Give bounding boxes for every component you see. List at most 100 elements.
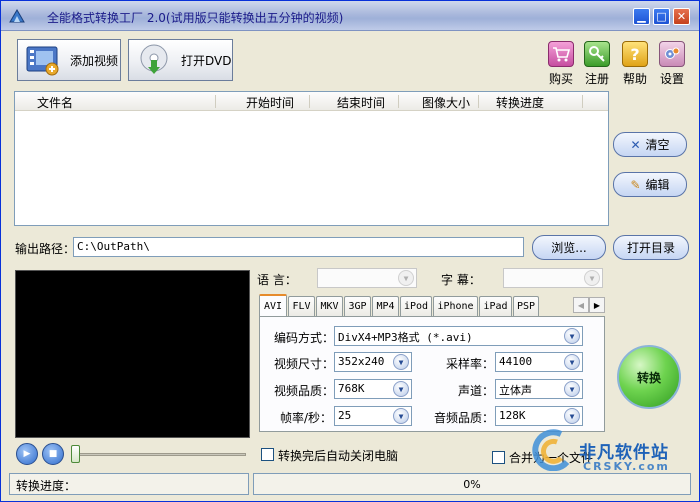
settings-button[interactable]: 设置: [655, 41, 689, 87]
column-header[interactable]: 文件名: [37, 94, 73, 111]
video-quality-label: 视频品质：: [274, 384, 335, 398]
seek-slider-track[interactable]: [71, 453, 246, 456]
column-divider[interactable]: [398, 95, 399, 108]
column-header[interactable]: 开始时间: [246, 94, 294, 111]
tab-mp4[interactable]: MP4: [372, 296, 399, 316]
tab-avi[interactable]: AVI: [259, 294, 287, 316]
sample-rate-value: 44100: [499, 355, 533, 368]
stop-button[interactable]: ■: [42, 443, 64, 465]
format-settings-panel: 编码方式： DivX4+MP3格式 (*.avi) ▼ 视频尺寸： 352x24…: [259, 316, 605, 432]
maximize-button[interactable]: □: [653, 8, 670, 25]
convert-button[interactable]: 转换: [617, 345, 681, 409]
column-divider[interactable]: [478, 95, 479, 108]
chevron-right-icon: ▶: [593, 300, 601, 310]
window-title: 全能格式转换工厂 2.0(试用版只能转换出五分钟的视频): [47, 11, 344, 25]
shutdown-label: 转换完后自动关闭电脑: [278, 449, 399, 463]
language-select[interactable]: ▼: [317, 268, 417, 288]
add-video-button[interactable]: 添加视频: [17, 39, 121, 81]
sample-rate-label: 采样率：: [446, 357, 495, 371]
maximize-icon: □: [656, 10, 667, 23]
dvd-icon: [140, 44, 168, 74]
gear-icon: [659, 41, 685, 67]
help-label: 帮助: [622, 72, 647, 86]
clear-icon: ✕: [630, 137, 641, 152]
subtitle-select[interactable]: ▼: [503, 268, 603, 288]
edit-icon: ✎: [630, 177, 641, 192]
progress-text: 0%: [463, 478, 481, 491]
video-quality-value: 768K: [338, 382, 365, 395]
tab-iphone[interactable]: iPhone: [433, 296, 478, 316]
chevron-down-icon: ▼: [393, 408, 409, 424]
channel-value: 立体声: [499, 384, 532, 397]
column-divider[interactable]: [215, 95, 216, 108]
help-button[interactable]: ? 帮助: [618, 41, 652, 87]
video-preview: [15, 270, 250, 438]
column-divider[interactable]: [309, 95, 310, 108]
register-button[interactable]: 注册: [580, 41, 614, 87]
tab-flv[interactable]: FLV: [288, 296, 315, 316]
play-button[interactable]: ▶: [16, 443, 38, 465]
edit-label: 编辑: [645, 178, 670, 192]
column-header[interactable]: 结束时间: [337, 94, 385, 111]
convert-label: 转换: [636, 370, 661, 385]
column-divider[interactable]: [582, 95, 583, 108]
app-icon: [9, 9, 25, 23]
clear-button[interactable]: ✕ 清空: [613, 132, 687, 157]
tab-psp[interactable]: PSP: [513, 296, 539, 316]
minimize-icon: ▁: [637, 10, 646, 23]
close-button[interactable]: ✕: [673, 8, 690, 25]
film-add-icon: [26, 46, 59, 76]
chevron-left-icon: ◀: [577, 300, 585, 310]
progress-label: 转换进度：: [9, 473, 249, 495]
column-header[interactable]: 图像大小: [422, 94, 470, 111]
chevron-down-icon: ▼: [393, 354, 409, 370]
video-size-label: 视频尺寸：: [274, 357, 335, 371]
cart-icon: [548, 41, 574, 67]
status-bar: 转换进度： 0%: [1, 471, 699, 501]
seek-slider-thumb[interactable]: [71, 445, 80, 463]
help-icon: ?: [622, 41, 648, 67]
minimize-button[interactable]: ▁: [633, 8, 650, 25]
watermark: 非凡软件站 CRSKY.com: [531, 426, 696, 474]
file-list[interactable]: 文件名 开始时间 结束时间 图像大小 转换进度: [14, 91, 609, 226]
video-size-select[interactable]: 352x240 ▼: [334, 352, 412, 372]
app-window: 全能格式转换工厂 2.0(试用版只能转换出五分钟的视频) ▁ □ ✕ 添加视频: [0, 0, 700, 502]
tab-mkv[interactable]: MKV: [316, 296, 343, 316]
browse-label: 浏览...: [551, 241, 587, 255]
browse-button[interactable]: 浏览...: [532, 235, 606, 260]
channel-label: 声道：: [458, 384, 495, 398]
audio-quality-select[interactable]: 128K ▼: [495, 406, 583, 426]
merge-checkbox[interactable]: [492, 451, 505, 464]
tab-scroll-left-button[interactable]: ◀: [573, 297, 589, 313]
edit-button[interactable]: ✎ 编辑: [613, 172, 687, 197]
crsky-logo-icon: [532, 429, 570, 472]
tab-3gp[interactable]: 3GP: [344, 296, 371, 316]
buy-button[interactable]: 购买: [544, 41, 578, 87]
settings-label: 设置: [659, 72, 684, 86]
frame-rate-select[interactable]: 25 ▼: [334, 406, 412, 426]
add-video-label: 添加视频: [70, 53, 119, 68]
output-path-input[interactable]: C:\OutPath\: [73, 237, 524, 257]
shutdown-checkbox[interactable]: [261, 448, 274, 461]
frame-rate-value: 25: [338, 409, 352, 422]
frame-rate-label: 帧率/秒：: [280, 411, 333, 425]
tab-ipod[interactable]: iPod: [400, 296, 432, 316]
title-bar[interactable]: 全能格式转换工厂 2.0(试用版只能转换出五分钟的视频) ▁ □ ✕: [1, 1, 699, 31]
stop-icon: ■: [48, 449, 58, 459]
open-directory-button[interactable]: 打开目录: [613, 235, 689, 260]
codec-select[interactable]: DivX4+MP3格式 (*.avi) ▼: [334, 326, 583, 346]
audio-quality-value: 128K: [499, 409, 526, 422]
column-header[interactable]: 转换进度: [496, 94, 544, 111]
open-dvd-button[interactable]: 打开DVD: [128, 39, 233, 81]
chevron-down-icon: ▼: [393, 381, 409, 397]
sample-rate-select[interactable]: 44100 ▼: [495, 352, 583, 372]
chevron-down-icon: ▼: [398, 270, 414, 286]
channel-select[interactable]: 立体声 ▼: [495, 379, 583, 399]
tab-scroll-buttons: ◀ ▶: [573, 297, 605, 313]
progress-bar: 0%: [253, 473, 691, 495]
tab-ipad[interactable]: iPad: [479, 296, 512, 316]
audio-quality-label: 音频品质：: [434, 411, 495, 425]
video-quality-select[interactable]: 768K ▼: [334, 379, 412, 399]
key-icon: [584, 41, 610, 67]
tab-scroll-right-button[interactable]: ▶: [589, 297, 605, 313]
